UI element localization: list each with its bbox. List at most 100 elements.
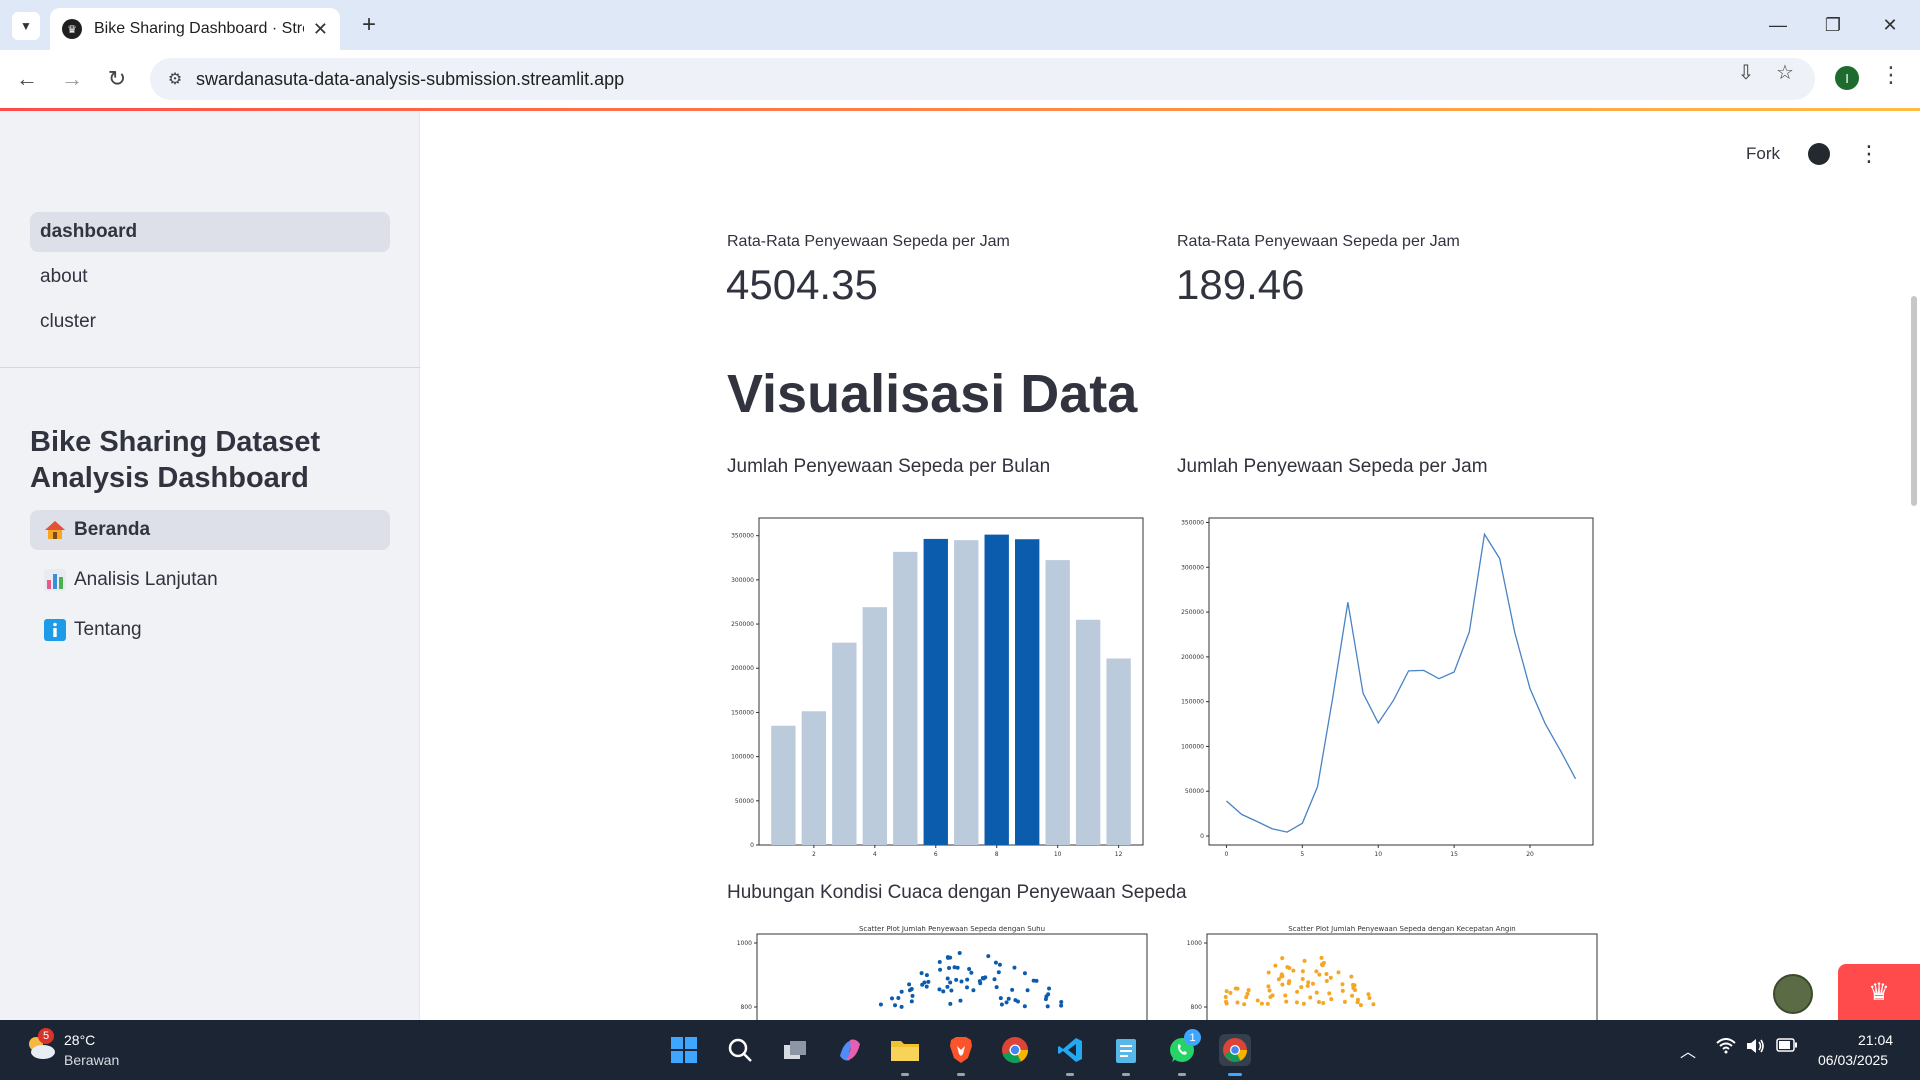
reload-button[interactable]: ↻: [101, 63, 133, 95]
scatter-point: [1328, 975, 1333, 980]
scatter-point: [1308, 995, 1313, 1000]
scatter-point: [1010, 987, 1015, 992]
bar: [1045, 560, 1070, 845]
line-chart-caption: Jumlah Penyewaan Sepeda per Jam: [1177, 456, 1488, 477]
scatter-point: [878, 1002, 883, 1007]
x-tick-label: 5: [1300, 851, 1304, 856]
app-menu-icon[interactable]: ⋮: [1858, 141, 1880, 167]
close-window-button[interactable]: ✕: [1870, 8, 1910, 42]
profile-avatar[interactable]: I: [1835, 66, 1859, 90]
scatter-point: [1259, 1001, 1264, 1006]
y-tick-label: 200000: [1181, 654, 1204, 661]
y-tick-label: 200000: [731, 665, 754, 672]
volume-icon[interactable]: [1746, 1038, 1766, 1059]
app-header-actions: Fork ⋮: [1746, 141, 1880, 167]
menu-item-beranda[interactable]: Beranda: [30, 510, 390, 550]
scatter-point: [1299, 985, 1304, 990]
scatter-temp-svg: Scatter Plot Jumlah Penyewaan Sepeda den…: [737, 925, 1148, 1020]
browser-tab[interactable]: ♛ Bike Sharing Dashboard · Strea ✕: [50, 8, 340, 50]
scatter-point: [1233, 986, 1238, 991]
search-icon[interactable]: [724, 1034, 756, 1066]
y-tick-label: 0: [750, 842, 754, 849]
scatter-point: [1284, 999, 1289, 1004]
new-tab-button[interactable]: +: [354, 10, 384, 40]
chrome-profile-icon[interactable]: [1219, 1034, 1251, 1066]
sidebar-page-dashboard[interactable]: dashboard: [30, 212, 390, 252]
menu-item-analisis-lanjutan[interactable]: Analisis Lanjutan: [30, 560, 390, 600]
scatter-wind-svg: Scatter Plot Jumlah Penyewaan Sepeda den…: [1187, 925, 1598, 1020]
scatter-point: [945, 984, 950, 989]
scatter-point: [1031, 978, 1036, 983]
notepad-icon[interactable]: [1110, 1034, 1142, 1066]
streamlit-badge[interactable]: ♛: [1838, 964, 1920, 1020]
scatter-point: [1224, 1001, 1229, 1006]
clock-time[interactable]: 21:04: [1858, 1032, 1893, 1048]
scatter-point: [937, 987, 942, 992]
scatter-point: [946, 955, 951, 960]
url-text[interactable]: swardanasuta-data-analysis-submission.st…: [196, 69, 624, 90]
x-tick-label: 6: [934, 851, 938, 856]
y-tick-label: 100000: [731, 754, 754, 761]
running-indicator: [1066, 1073, 1074, 1076]
install-app-icon[interactable]: ⇩: [1734, 60, 1758, 84]
bookmark-star-icon[interactable]: ☆: [1773, 60, 1797, 84]
bar: [771, 725, 796, 845]
sidebar-page-about[interactable]: about: [30, 257, 390, 297]
scatter-point: [1025, 988, 1030, 993]
scatter-point: [1336, 970, 1341, 975]
scatter-point: [965, 985, 970, 990]
chrome-icon[interactable]: [999, 1034, 1031, 1066]
scatter-point: [1371, 1002, 1376, 1007]
tab-search-button[interactable]: ▼: [12, 12, 40, 40]
site-settings-icon[interactable]: ⚙: [164, 68, 186, 90]
address-bar[interactable]: ⚙ swardanasuta-data-analysis-submission.…: [150, 58, 1815, 100]
weather-section-caption: Hubungan Kondisi Cuaca dengan Penyewaan …: [727, 882, 1187, 903]
x-tick-label: 0: [1225, 851, 1229, 856]
restore-button[interactable]: ❐: [1813, 8, 1853, 42]
y-tick-label: 250000: [1181, 609, 1204, 616]
menu-item-tentang[interactable]: Tentang: [30, 610, 390, 650]
copilot-icon[interactable]: [834, 1034, 866, 1066]
vscode-icon[interactable]: [1054, 1034, 1086, 1066]
x-tick-label: 15: [1450, 851, 1458, 856]
scatter-point: [1059, 999, 1064, 1004]
whatsapp-badge: 1: [1184, 1029, 1201, 1046]
github-icon[interactable]: [1808, 143, 1830, 165]
scatter-point: [983, 975, 988, 980]
scatter-point: [1366, 992, 1371, 997]
sidebar-page-cluster[interactable]: cluster: [30, 302, 390, 342]
scatter-point: [978, 981, 983, 986]
minimize-button[interactable]: —: [1758, 8, 1798, 42]
close-tab-icon[interactable]: ✕: [313, 19, 328, 40]
y-tick-label: 150000: [1181, 699, 1204, 706]
user-avatar[interactable]: [1773, 974, 1813, 1014]
x-tick-label: 12: [1115, 851, 1123, 856]
scatter-point: [924, 973, 929, 978]
plot-frame: [1208, 517, 1594, 846]
wifi-icon[interactable]: [1716, 1038, 1736, 1059]
tray-overflow-icon[interactable]: ︿: [1680, 1038, 1696, 1062]
browser-menu-icon[interactable]: ⋮: [1880, 62, 1902, 88]
bar: [1106, 658, 1131, 845]
scatter-point: [1012, 965, 1017, 970]
fork-button[interactable]: Fork: [1746, 144, 1780, 164]
whatsapp-icon[interactable]: 1: [1166, 1029, 1201, 1066]
weather-cloud-icon[interactable]: 5: [24, 1028, 56, 1062]
scatter-point: [1044, 994, 1049, 999]
clock-date[interactable]: 06/03/2025: [1818, 1052, 1888, 1068]
task-view-icon[interactable]: [779, 1034, 811, 1066]
plot-frame: [756, 933, 1148, 1020]
battery-icon[interactable]: [1776, 1038, 1798, 1057]
file-explorer-icon[interactable]: [889, 1034, 921, 1066]
scatter-point: [1291, 968, 1296, 973]
forward-button[interactable]: →: [56, 63, 88, 95]
scatter-point: [1266, 984, 1271, 989]
windows-start-icon[interactable]: [668, 1034, 700, 1066]
back-button[interactable]: ←: [11, 63, 43, 95]
brave-browser-icon[interactable]: [945, 1034, 977, 1066]
main-scrollbar[interactable]: [1911, 296, 1917, 506]
scatter-point: [959, 979, 964, 984]
x-tick-label: 10: [1374, 851, 1382, 856]
scatter-point: [1349, 974, 1354, 979]
scatter-point: [969, 970, 974, 975]
